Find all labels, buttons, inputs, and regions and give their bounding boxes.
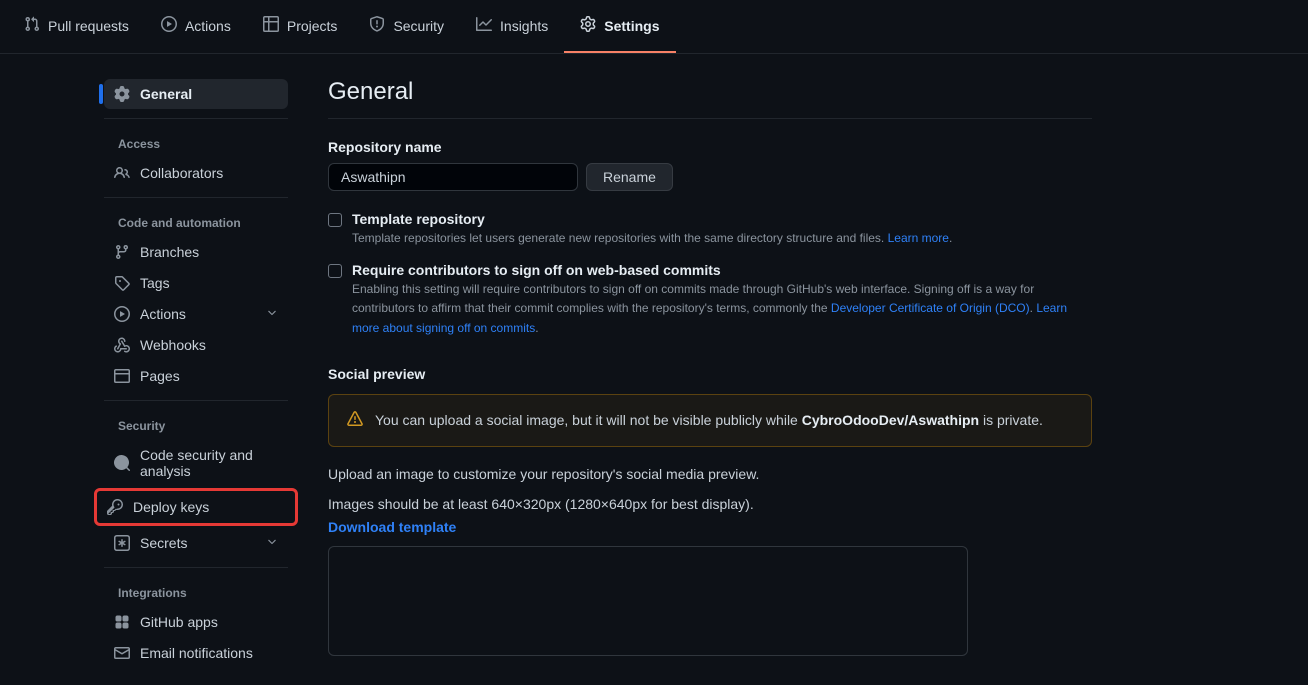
repo-path: CybroOdooDev/Aswathipn [802,412,979,428]
sidebar-item-general[interactable]: General [104,79,288,109]
learn-more-link[interactable]: Learn more [888,231,949,245]
sidebar-item-label: Deploy keys [133,499,209,515]
main-content: General Repository name Rename Template … [296,78,1116,685]
sidebar-item-pages[interactable]: Pages [104,361,288,391]
tab-label: Projects [287,18,338,34]
tab-label: Settings [604,18,659,34]
people-icon [114,165,130,181]
rename-button[interactable]: Rename [586,163,673,191]
sidebar-item-email-notifications[interactable]: Email notifications [104,638,288,668]
play-circle-icon [161,16,177,35]
sidebar-item-code-security[interactable]: Code security and analysis [104,440,288,486]
signoff-checkbox[interactable] [328,264,342,278]
sidebar-item-label: Email notifications [140,645,253,661]
sidebar-item-deploy-keys[interactable]: Deploy keys [97,492,295,522]
social-preview-heading: Social preview [328,366,1092,382]
sidebar-item-label: GitHub apps [140,614,218,630]
gear-icon [114,86,130,102]
webhook-icon [114,337,130,353]
template-repo-desc: Template repositories let users generate… [352,229,952,248]
browser-icon [114,368,130,384]
tab-insights[interactable]: Insights [460,0,564,53]
signoff-label: Require contributors to sign off on web-… [352,262,1092,278]
sidebar-heading-integrations: Integrations [104,576,288,606]
sidebar-item-label: Actions [140,306,186,322]
highlight-annotation: Deploy keys [94,488,298,526]
social-preview-warning: You can upload a social image, but it wi… [328,394,1092,447]
sidebar-heading-code: Code and automation [104,206,288,236]
sidebar-item-label: Webhooks [140,337,206,353]
shield-icon [369,16,385,35]
mail-icon [114,645,130,661]
table-icon [263,16,279,35]
repo-name-input[interactable] [328,163,578,191]
tab-settings[interactable]: Settings [564,0,675,53]
apps-icon [114,614,130,630]
tab-projects[interactable]: Projects [247,0,354,53]
social-image-dropzone[interactable] [328,546,968,656]
codescan-icon [114,455,130,471]
key-icon [107,499,123,515]
git-pull-request-icon [24,16,40,35]
page-title: General [328,78,1092,119]
upload-description: Upload an image to customize your reposi… [328,463,1092,485]
tab-actions[interactable]: Actions [145,0,247,53]
gear-icon [580,16,596,35]
sidebar-item-label: Branches [140,244,199,260]
sidebar-heading-access: Access [104,127,288,157]
tab-label: Actions [185,18,231,34]
graph-icon [476,16,492,35]
sidebar-item-label: Secrets [140,535,187,551]
sidebar-heading-security: Security [104,409,288,439]
tab-label: Security [393,18,444,34]
settings-sidebar: General Access Collaborators Code and au… [0,78,296,685]
sidebar-item-label: Code security and analysis [140,447,278,479]
sidebar-item-tags[interactable]: Tags [104,268,288,298]
tag-icon [114,275,130,291]
tab-pull-requests[interactable]: Pull requests [8,0,145,53]
template-repo-label: Template repository [352,211,952,227]
dco-link[interactable]: Developer Certificate of Origin (DCO) [831,301,1030,315]
sidebar-item-secrets[interactable]: Secrets [104,528,288,558]
play-circle-icon [114,306,130,322]
repo-topnav: Pull requests Actions Projects Security … [0,0,1308,54]
git-branch-icon [114,244,130,260]
warning-text: You can upload a social image, but it wi… [375,412,1043,428]
sidebar-item-branches[interactable]: Branches [104,237,288,267]
signoff-desc: Enabling this setting will require contr… [352,280,1092,338]
template-repo-checkbox[interactable] [328,213,342,227]
alert-icon [347,411,363,430]
repo-name-label: Repository name [328,139,1092,155]
sidebar-item-github-apps[interactable]: GitHub apps [104,607,288,637]
sidebar-item-collaborators[interactable]: Collaborators [104,158,288,188]
tab-label: Insights [500,18,548,34]
image-dimensions-text: Images should be at least 640×320px (128… [328,493,1092,538]
tab-security[interactable]: Security [353,0,460,53]
sidebar-item-webhooks[interactable]: Webhooks [104,330,288,360]
key-asterisk-icon [114,535,130,551]
sidebar-item-label: Pages [140,368,180,384]
download-template-link[interactable]: Download template [328,519,456,535]
chevron-down-icon [266,306,278,322]
layout: General Access Collaborators Code and au… [0,54,1308,685]
tab-label: Pull requests [48,18,129,34]
sidebar-item-label: General [140,86,192,102]
chevron-down-icon [266,535,278,551]
sidebar-item-actions[interactable]: Actions [104,299,288,329]
sidebar-item-label: Collaborators [140,165,223,181]
sidebar-item-label: Tags [140,275,170,291]
